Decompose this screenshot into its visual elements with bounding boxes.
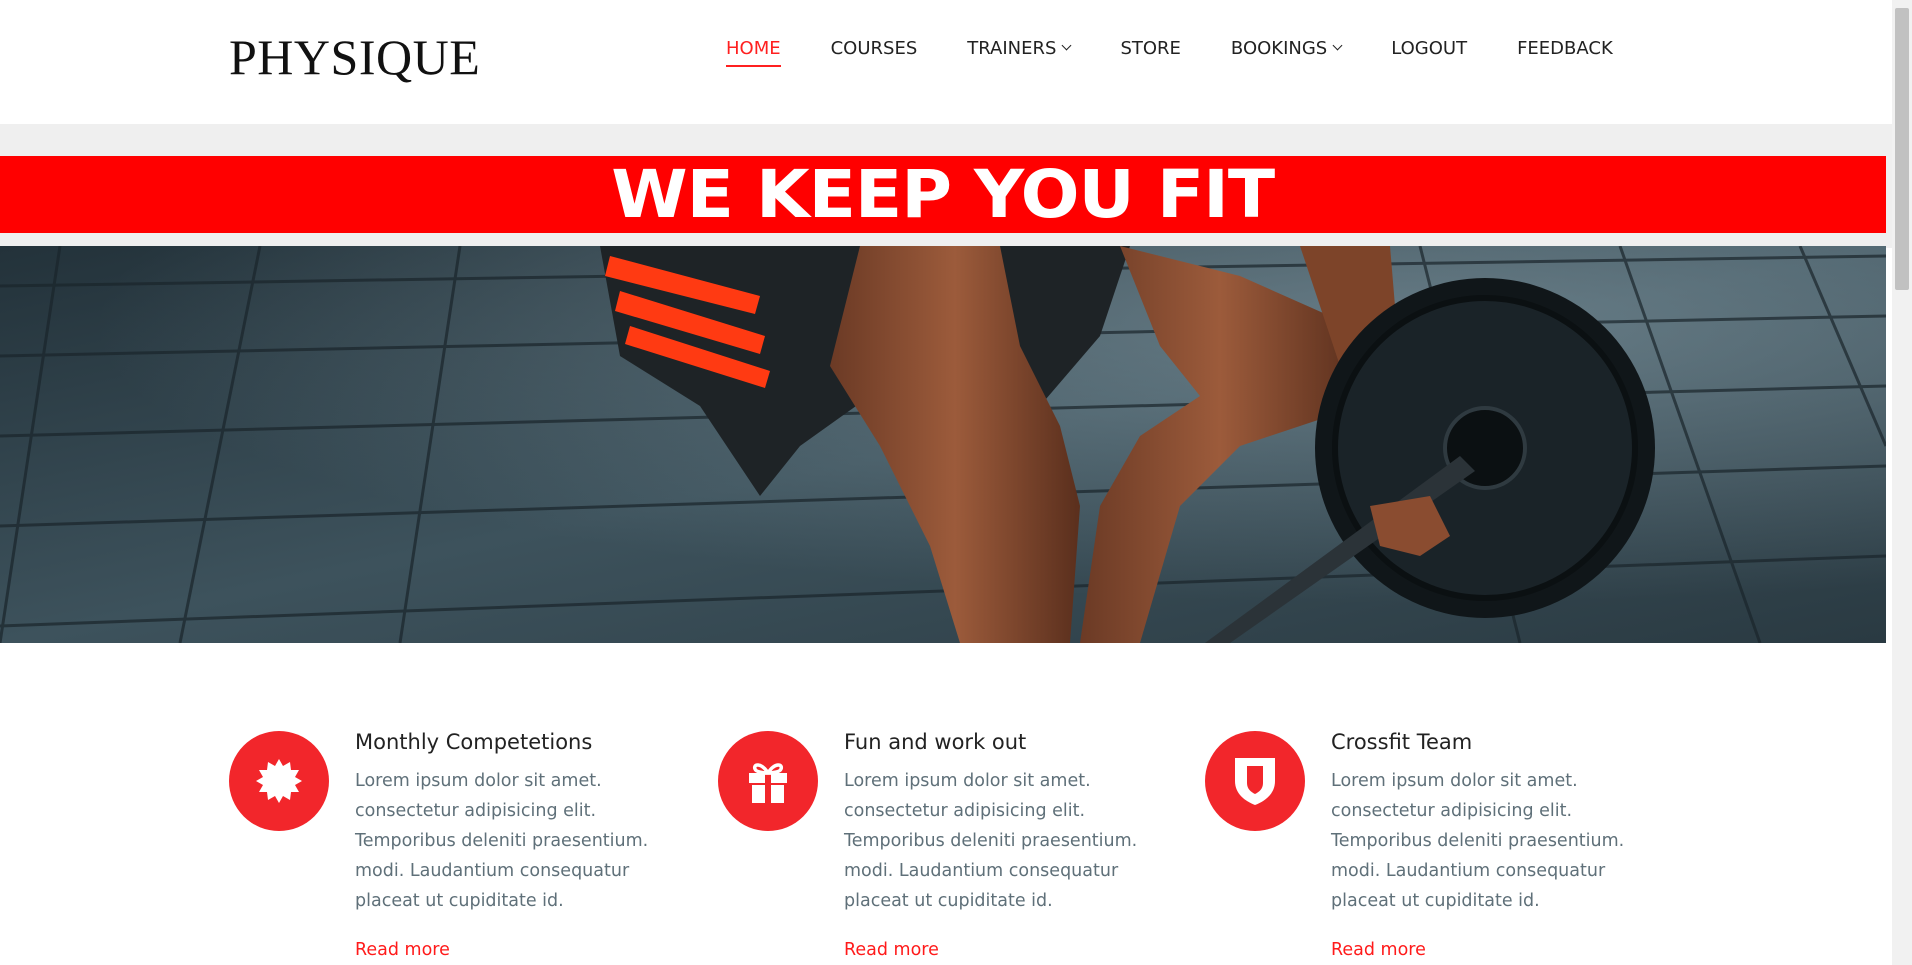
main-nav: HOME COURSES TRAINERS STORE BOOKINGS LOG… <box>726 33 1663 67</box>
nav-item-feedback[interactable]: FEEDBACK <box>1517 33 1613 63</box>
feature-description: Lorem ipsum dolor sit amet. consectetur … <box>355 771 649 911</box>
nav-item-home[interactable]: HOME <box>726 33 781 67</box>
site-logo[interactable]: PHYSIQUE <box>229 28 480 86</box>
feature-title: Crossfit Team <box>1331 730 1473 754</box>
nav-item-label: HOME <box>726 37 781 59</box>
nav-item-label: COURSES <box>830 37 918 59</box>
read-more-link[interactable]: Read more <box>355 940 450 960</box>
athlete-lifting-illustration <box>0 246 1886 643</box>
shield-icon <box>1205 731 1305 831</box>
features-section: Monthly Competetions Lorem ipsum dolor s… <box>229 730 1659 965</box>
read-more-link[interactable]: Read more <box>844 940 939 960</box>
nav-item-label: LOGOUT <box>1391 37 1468 59</box>
hero-image <box>0 246 1886 643</box>
read-more-link[interactable]: Read more <box>1331 940 1426 960</box>
feature-card: Monthly Competetions Lorem ipsum dolor s… <box>229 730 689 965</box>
hero-banner: WE KEEP YOU FIT <box>0 156 1886 233</box>
nav-item-label: STORE <box>1120 37 1181 59</box>
nav-item-label: BOOKINGS <box>1230 37 1328 59</box>
scrollbar-thumb[interactable] <box>1895 8 1909 290</box>
feature-description: Lorem ipsum dolor sit amet. consectetur … <box>1331 771 1625 911</box>
badge-icon <box>229 731 329 831</box>
site-header: PHYSIQUE HOME COURSES TRAINERS STORE BOO… <box>0 0 1892 124</box>
banner-heading: WE KEEP YOU FIT <box>611 156 1276 233</box>
nav-item-label: TRAINERS <box>967 37 1057 59</box>
feature-card: Fun and work out Lorem ipsum dolor sit a… <box>718 730 1178 965</box>
chevron-down-icon <box>1061 40 1072 51</box>
feature-description: Lorem ipsum dolor sit amet. consectetur … <box>844 771 1138 911</box>
gift-icon <box>718 731 818 831</box>
nav-item-store[interactable]: STORE <box>1120 33 1180 63</box>
nav-item-logout[interactable]: LOGOUT <box>1391 33 1467 63</box>
page: PHYSIQUE HOME COURSES TRAINERS STORE BOO… <box>0 0 1892 965</box>
feature-title: Fun and work out <box>844 730 1027 754</box>
nav-item-trainers[interactable]: TRAINERS <box>967 33 1072 63</box>
nav-item-courses[interactable]: COURSES <box>831 33 918 63</box>
scrollbar[interactable] <box>1892 0 1912 965</box>
nav-item-bookings[interactable]: BOOKINGS <box>1230 33 1343 63</box>
feature-card: Crossfit Team Lorem ipsum dolor sit amet… <box>1205 730 1665 965</box>
nav-item-label: FEEDBACK <box>1517 37 1613 59</box>
feature-title: Monthly Competetions <box>355 730 593 754</box>
chevron-down-icon <box>1332 40 1343 51</box>
